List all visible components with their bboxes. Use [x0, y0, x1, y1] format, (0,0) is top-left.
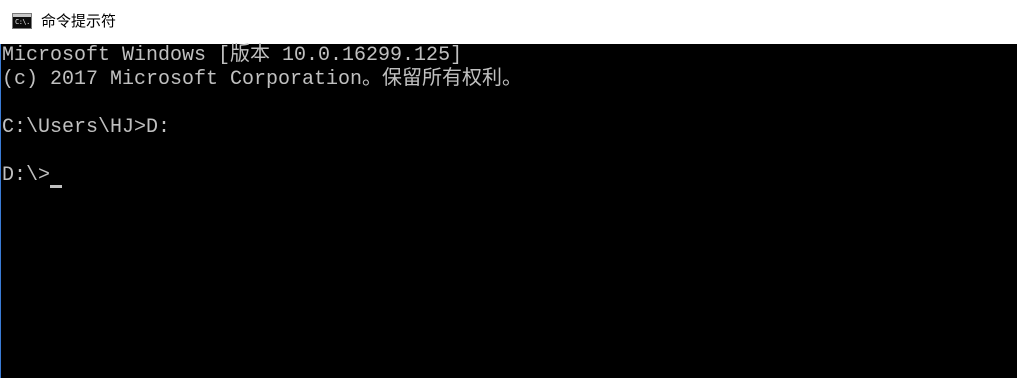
window-title: 命令提示符 — [41, 12, 117, 30]
console-line-prompt[interactable]: D:\> — [2, 164, 63, 188]
icon-title-strip — [13, 14, 31, 17]
console-line-version: Microsoft Windows [版本 10.0.16299.125] — [2, 44, 463, 67]
text-cursor — [50, 185, 63, 188]
command-prompt-window: C:\. 命令提示符 Microsoft Windows [版本 10.0.16… — [0, 0, 1017, 378]
icon-glyph: C:\. — [15, 18, 30, 26]
console-output-area[interactable]: Microsoft Windows [版本 10.0.16299.125] (c… — [0, 44, 1017, 378]
console-line-command: C:\Users\HJ>D: — [2, 116, 171, 139]
prompt-text: D:\> — [2, 164, 51, 187]
title-bar[interactable]: C:\. 命令提示符 — [0, 0, 1017, 44]
command-prompt-icon[interactable]: C:\. — [12, 13, 32, 29]
console-line-copyright: (c) 2017 Microsoft Corporation。保留所有权利。 — [2, 68, 523, 91]
